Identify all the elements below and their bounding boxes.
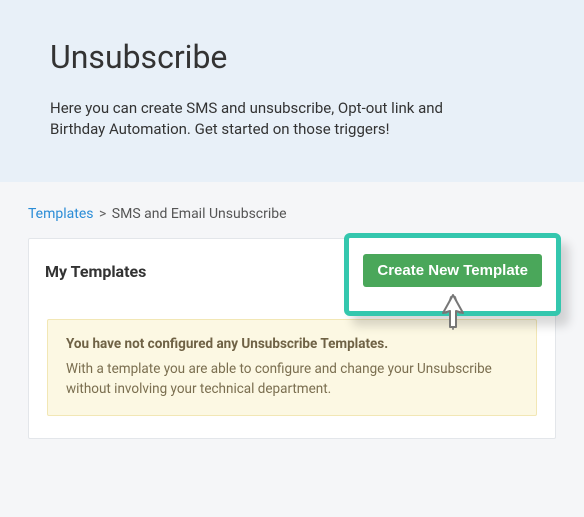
cursor-arrow-icon <box>437 291 469 335</box>
card-body: You have not configured any Unsubscribe … <box>29 301 555 438</box>
page-title: Unsubscribe <box>50 38 534 76</box>
breadcrumb: Templates > SMS and Email Unsubscribe <box>28 206 556 222</box>
breadcrumb-current: SMS and Email Unsubscribe <box>112 206 287 222</box>
create-new-template-button[interactable]: Create New Template <box>363 254 542 287</box>
card-heading: My Templates <box>45 262 146 281</box>
alert-body: With a template you are able to configur… <box>66 360 518 399</box>
breadcrumb-separator: > <box>99 206 106 222</box>
alert-title: You have not configured any Unsubscribe … <box>66 336 518 352</box>
main-content: Templates > SMS and Email Unsubscribe My… <box>0 182 584 463</box>
hero-banner: Unsubscribe Here you can create SMS and … <box>0 0 584 182</box>
page-description: Here you can create SMS and unsubscribe,… <box>50 98 470 140</box>
tutorial-highlight: Create New Template <box>344 233 561 316</box>
breadcrumb-root-link[interactable]: Templates <box>28 206 94 222</box>
templates-card: My Templates Create New Template You hav… <box>28 238 556 439</box>
